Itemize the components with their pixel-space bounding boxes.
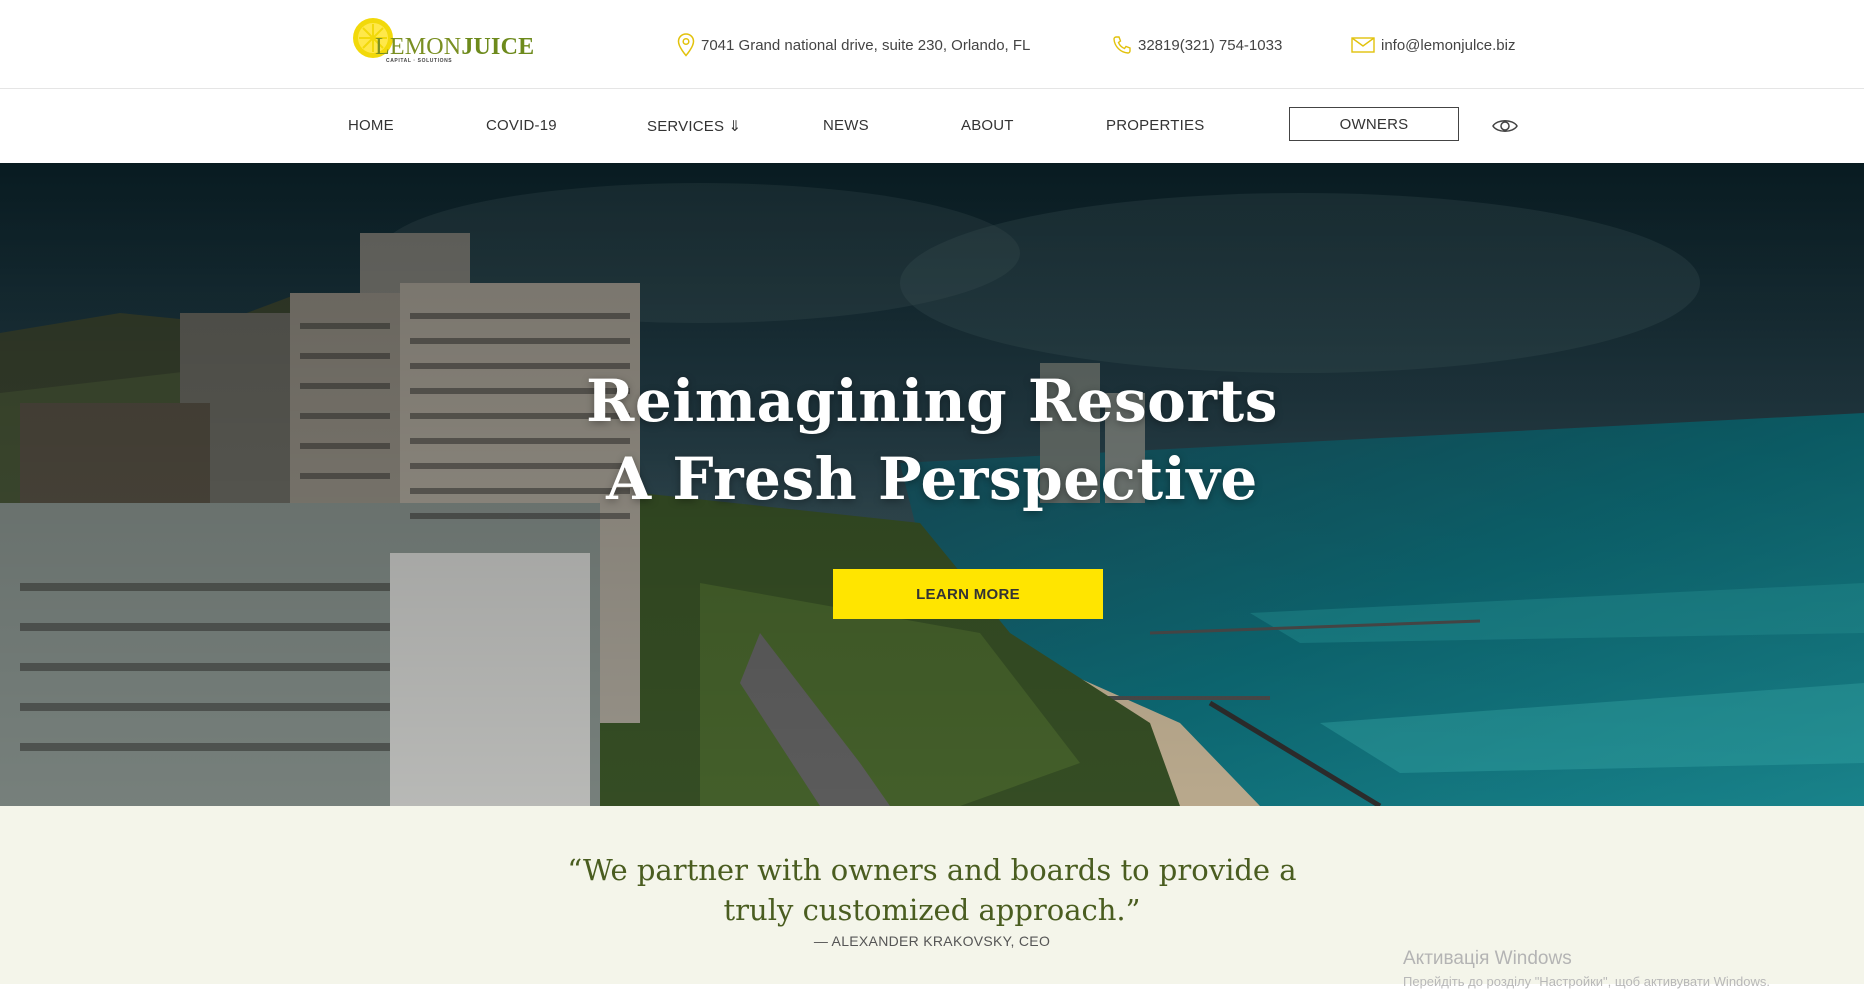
envelope-icon <box>1351 37 1375 53</box>
hero-section: Reimagining Resorts A Fresh Perspective … <box>0 163 1864 806</box>
phone-icon <box>1113 36 1131 54</box>
logo-wordmark: LEMONJUICE <box>375 34 534 61</box>
address-text: 7041 Grand national drive, suite 230, Or… <box>701 36 1031 54</box>
address-contact[interactable]: 7041 Grand national drive, suite 230, Or… <box>677 30 1030 60</box>
logo-juice-text: JUICE <box>461 34 535 60</box>
phone-text: 32819(321) 754-1033 <box>1138 36 1283 54</box>
windows-activation-hint: Перейдіть до розділу "Настройки", щоб ак… <box>1403 974 1771 989</box>
top-bar: LEMONJUICE CAPITAL · SOLUTIONS 7041 Gran… <box>0 0 1864 89</box>
eye-icon[interactable] <box>1491 116 1519 136</box>
windows-activation-title: Активація Windows <box>1403 948 1572 969</box>
owners-button[interactable]: OWNERS <box>1289 107 1459 141</box>
logo[interactable]: LEMONJUICE CAPITAL · SOLUTIONS <box>351 16 534 66</box>
phone-contact[interactable]: 32819(321) 754-1033 <box>1112 30 1282 60</box>
learn-more-button[interactable]: LEARN MORE <box>833 569 1103 619</box>
email-text: info@lemonjulce.biz <box>1381 36 1516 54</box>
location-pin-icon <box>677 33 695 57</box>
nav-item-about[interactable]: ABOUT <box>961 117 1014 134</box>
quote-author: — ALEXANDER KRAKOVSKY, CEO <box>813 933 1051 949</box>
email-contact[interactable]: info@lemonjulce.biz <box>1351 30 1515 60</box>
hero-title-line-1: Reimagining Resorts <box>586 367 1278 435</box>
nav-item-home[interactable]: HOME <box>348 117 394 134</box>
nav-item-news[interactable]: NEWS <box>823 117 869 134</box>
quote-section: “We partner with owners and boards to pr… <box>0 806 1864 984</box>
nav-item-properties[interactable]: PROPERTIES <box>1106 117 1204 134</box>
main-nav: HOME COVID-19 SERVICES ⇓ NEWS ABOUT PROP… <box>0 89 1864 163</box>
nav-item-covid[interactable]: COVID-19 <box>486 117 557 134</box>
quote-text: “We partner with owners and boards to pr… <box>567 853 1297 927</box>
logo-lemon-text: LEMON <box>375 34 462 60</box>
logo-tagline: CAPITAL · SOLUTIONS <box>386 58 453 64</box>
nav-item-services[interactable]: SERVICES ⇓ <box>647 117 741 135</box>
hero-title-line-2: A Fresh Perspective <box>606 445 1258 513</box>
